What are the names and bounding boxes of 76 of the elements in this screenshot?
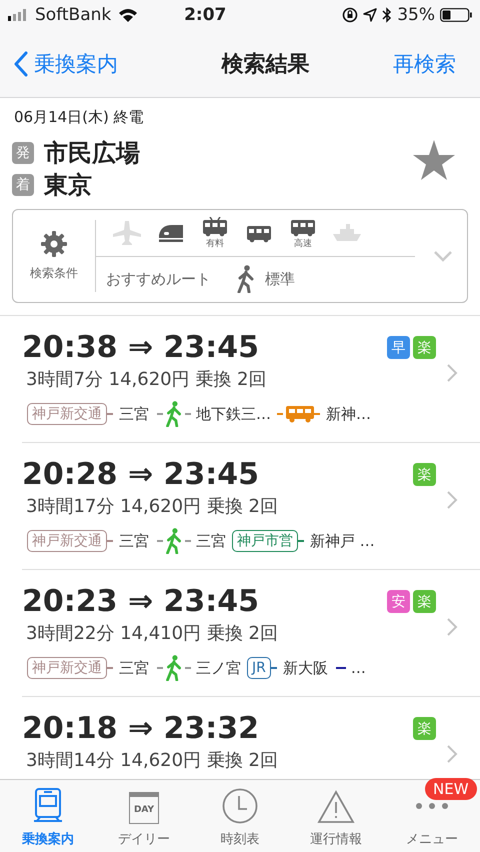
walk-speed: 標準 <box>265 270 295 288</box>
walking-person-icon <box>237 265 255 293</box>
chevron-down-icon <box>433 250 453 262</box>
calendar-day-label: DAY <box>134 805 154 815</box>
more-dots-icon <box>415 802 449 810</box>
route-times: 20:38 ⇒ 23:45 <box>22 330 260 365</box>
route-times: 20:23 ⇒ 23:45 <box>22 584 260 619</box>
clock: 2:07 <box>183 5 228 25</box>
station-name: 新神… <box>326 404 371 424</box>
tab[interactable]: NEW メニュー <box>384 780 480 852</box>
chevron-right-icon <box>446 490 458 510</box>
arrival-tag: 着 <box>12 174 34 196</box>
research-button[interactable]: 再検索 <box>393 50 456 78</box>
tab[interactable]: 乗換案内 <box>0 780 96 852</box>
station-name: 三ノ宮 <box>196 658 241 678</box>
search-date: 06月14日(木) 終電 <box>13 108 145 127</box>
chevron-right-icon <box>446 744 458 764</box>
line-badge: 神戸市営 <box>232 530 298 552</box>
route-times: 20:18 ⇒ 23:32 <box>22 711 260 746</box>
station-name: 三宮 <box>196 532 226 550</box>
walking-person-icon <box>165 401 183 427</box>
station-name: … <box>350 659 366 677</box>
screen-title: 検索結果 <box>222 50 310 78</box>
line-badge: 神戸新交通 <box>27 530 107 552</box>
route-badge: 安 <box>387 590 410 613</box>
station-name: 三宮 <box>119 658 149 678</box>
station-name: 三宮 <box>119 532 149 550</box>
tab[interactable]: 時刻表 <box>192 780 288 852</box>
mode-label: 高速 <box>294 238 312 250</box>
route-badge: 楽 <box>413 336 436 359</box>
departure-station: 市民広場 <box>44 138 140 169</box>
line-badge: 神戸新交通 <box>27 403 107 425</box>
new-badge: NEW <box>425 778 477 800</box>
warning-icon <box>317 790 355 824</box>
route-summary: 3時間17分 14,620円 乗換 2回 <box>25 495 278 518</box>
wifi-icon <box>118 8 138 22</box>
station-name: 地下鉄三… <box>196 404 271 424</box>
train-icon <box>33 788 63 824</box>
line-badge: JR <box>247 657 271 679</box>
back-chevron-icon <box>14 50 28 76</box>
chevron-right-icon <box>446 363 458 383</box>
conditions-label: 検索条件 <box>30 264 78 282</box>
route-times: 20:28 ⇒ 23:45 <box>22 457 260 492</box>
back-button[interactable]: 乗換案内 <box>14 50 118 78</box>
route-badge: 楽 <box>413 717 436 740</box>
carrier-name: SoftBank <box>35 5 112 25</box>
route-summary: 3時間7分 14,620円 乗換 2回 <box>25 368 267 391</box>
walking-person-icon <box>165 655 183 681</box>
location-arrow-icon <box>363 8 378 22</box>
mode-label: 有料 <box>206 238 224 250</box>
battery-icon <box>440 8 472 22</box>
walking-person-icon <box>165 528 183 554</box>
route-summary: 3時間14分 14,620円 乗換 2回 <box>25 749 278 772</box>
rotation-lock-icon <box>342 7 358 23</box>
tab[interactable]: 運行情報 <box>288 780 384 852</box>
station-name: 新大阪 <box>282 658 328 678</box>
tab[interactable]: DAY デイリー <box>96 780 192 852</box>
route-summary: 3時間22分 14,410円 乗換 2回 <box>25 622 278 645</box>
route-sort: おすすめルート <box>106 270 211 288</box>
battery-percent: 35% <box>397 5 435 25</box>
departure-tag: 発 <box>12 142 34 164</box>
route-item[interactable]: 20:38 ⇒ 23:45 早 楽 3時間7分 14,620円 乗換 2回 神戸新交通 三宮 地下鉄三… 新神… <box>22 316 480 443</box>
route-badge: 早 <box>387 336 410 359</box>
route-item[interactable]: 20:28 ⇒ 23:45 楽 3時間17分 14,620円 乗換 2回 神戸新交通 三宮 三宮 神戸市営 新神戸 … <box>22 443 480 570</box>
search-conditions-panel[interactable]: 検索条件 有料 高速 おすすめルート 標準 <box>12 209 468 303</box>
route-badge: 楽 <box>413 590 436 613</box>
clock-icon <box>222 788 258 824</box>
star-icon[interactable] <box>412 139 456 181</box>
arrival-station: 東京 <box>44 170 92 201</box>
route-item[interactable]: 20:23 ⇒ 23:45 安 楽 3時間22分 14,410円 乗換 2回 神戸新交通 三宮 三ノ宮 JR 新大阪 … <box>22 570 480 697</box>
bluetooth-icon <box>382 7 392 23</box>
route-badge: 楽 <box>413 463 436 486</box>
chevron-right-icon <box>446 617 458 637</box>
station-name: 三宮 <box>119 404 149 424</box>
station-name: 新神戸 … <box>310 532 375 550</box>
line-badge: 神戸新交通 <box>27 657 107 679</box>
